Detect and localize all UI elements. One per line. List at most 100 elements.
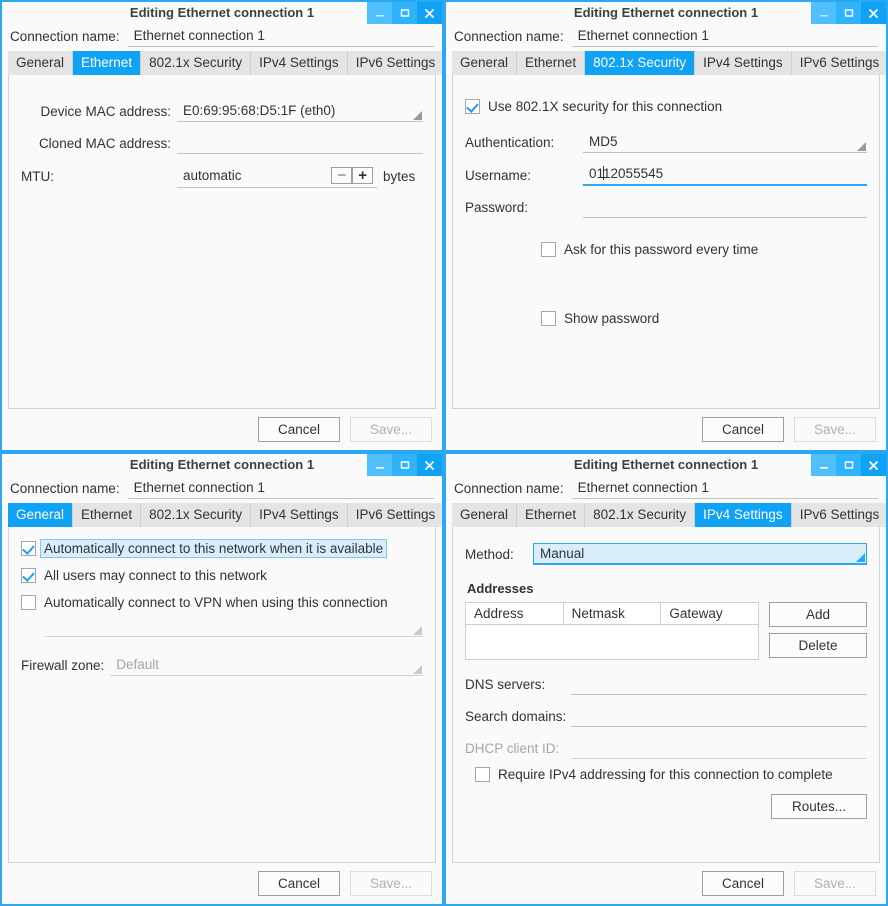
close-icon[interactable] (861, 454, 886, 476)
maximize-icon[interactable] (392, 454, 417, 476)
tab-ipv4-settings[interactable]: IPv4 Settings (695, 503, 792, 527)
addresses-table[interactable]: Address Netmask Gateway (465, 602, 759, 660)
authentication-row: Authentication: MD5 (465, 132, 867, 153)
tab-8021x-security[interactable]: 802.1x Security (585, 51, 696, 75)
tab-ipv6-settings[interactable]: IPv6 Settings (791, 503, 886, 527)
tab-strip[interactable]: General Ethernet 802.1x Security IPv4 Se… (8, 51, 442, 75)
window-8021x-security[interactable]: Editing Ethernet connection 1 Connection… (444, 0, 888, 452)
all-users-row[interactable]: All users may connect to this network (21, 568, 423, 583)
mtu-spinner[interactable]: automatic − + (177, 165, 377, 188)
cancel-button[interactable]: Cancel (258, 871, 340, 896)
tab-8021x-security[interactable]: 802.1x Security (585, 503, 696, 527)
tab-8021x-security[interactable]: 802.1x Security (141, 503, 252, 527)
all-users-checkbox[interactable] (21, 568, 36, 583)
window-controls[interactable] (811, 454, 886, 476)
show-password-checkbox[interactable] (541, 311, 556, 326)
tab-general[interactable]: General (8, 51, 74, 75)
window-controls[interactable] (367, 454, 442, 476)
tab-ipv4-settings[interactable]: IPv4 Settings (251, 503, 348, 527)
cancel-button[interactable]: Cancel (702, 417, 784, 442)
routes-button[interactable]: Routes... (771, 794, 867, 819)
auto-connect-checkbox[interactable] (21, 541, 36, 556)
cancel-button[interactable]: Cancel (258, 417, 340, 442)
connection-name-input[interactable]: Ethernet connection 1 (571, 478, 878, 499)
close-icon[interactable] (417, 454, 442, 476)
mtu-decrement-button[interactable]: − (331, 167, 353, 184)
connection-name-input[interactable]: Ethernet connection 1 (127, 478, 434, 499)
vpn-combo[interactable] (45, 616, 423, 637)
add-address-button[interactable]: Add (769, 602, 867, 627)
auto-vpn-checkbox[interactable] (21, 595, 36, 610)
tab-ethernet[interactable]: Ethernet (517, 51, 586, 75)
tab-general[interactable]: General (452, 51, 518, 75)
tab-strip[interactable]: General Ethernet 802.1x Security IPv4 Se… (452, 503, 886, 527)
connection-name-input[interactable]: Ethernet connection 1 (571, 26, 878, 47)
tab-general[interactable]: General (452, 503, 518, 527)
maximize-icon[interactable] (836, 2, 861, 24)
close-icon[interactable] (861, 2, 886, 24)
require-ipv4-row[interactable]: Require IPv4 addressing for this connect… (475, 767, 867, 782)
username-input[interactable]: 0112055545 (583, 164, 867, 186)
auto-vpn-row[interactable]: Automatically connect to VPN when using … (21, 595, 423, 610)
cancel-button[interactable]: Cancel (702, 871, 784, 896)
window-controls[interactable] (811, 2, 886, 24)
authentication-combo[interactable]: MD5 (583, 132, 867, 153)
connection-name-input[interactable]: Ethernet connection 1 (127, 26, 434, 47)
mtu-increment-button[interactable]: + (352, 167, 373, 184)
tab-general[interactable]: General (8, 503, 74, 527)
titlebar[interactable]: Editing Ethernet connection 1 (2, 454, 442, 476)
tab-ipv6-settings[interactable]: IPv6 Settings (347, 503, 442, 527)
cloned-mac-input[interactable] (177, 133, 423, 154)
device-mac-combo[interactable]: E0:69:95:68:D5:1F (eth0) (177, 101, 423, 122)
tab-strip[interactable]: General Ethernet 802.1x Security IPv4 Se… (8, 503, 442, 527)
column-header-address[interactable]: Address (466, 603, 564, 625)
save-button[interactable]: Save... (794, 871, 876, 896)
save-button[interactable]: Save... (350, 417, 432, 442)
minimize-icon[interactable] (811, 2, 836, 24)
tab-ethernet[interactable]: Ethernet (73, 51, 142, 75)
chevron-down-icon (856, 553, 865, 562)
tab-ethernet[interactable]: Ethernet (517, 503, 586, 527)
save-button[interactable]: Save... (350, 871, 432, 896)
use-8021x-row[interactable]: Use 802.1X security for this connection (465, 99, 867, 114)
delete-address-button[interactable]: Delete (769, 633, 867, 658)
maximize-icon[interactable] (392, 2, 417, 24)
tab-ipv4-settings[interactable]: IPv4 Settings (251, 51, 348, 75)
require-ipv4-label: Require IPv4 addressing for this connect… (498, 767, 833, 782)
maximize-icon[interactable] (836, 454, 861, 476)
addresses-table-body[interactable] (466, 625, 758, 659)
minimize-icon[interactable] (367, 2, 392, 24)
tab-strip[interactable]: General Ethernet 802.1x Security IPv4 Se… (452, 51, 886, 75)
column-header-netmask[interactable]: Netmask (563, 603, 662, 625)
window-ethernet-settings[interactable]: Editing Ethernet connection 1 Connection… (0, 0, 444, 452)
minimize-icon[interactable] (811, 454, 836, 476)
column-header-gateway[interactable]: Gateway (661, 603, 759, 625)
tab-ethernet[interactable]: Ethernet (73, 503, 142, 527)
dns-servers-input[interactable] (571, 674, 867, 695)
tab-ipv4-settings[interactable]: IPv4 Settings (695, 51, 792, 75)
save-button[interactable]: Save... (794, 417, 876, 442)
titlebar[interactable]: Editing Ethernet connection 1 (446, 454, 886, 476)
window-ipv4-settings[interactable]: Editing Ethernet connection 1 Connection… (444, 452, 888, 906)
titlebar[interactable]: Editing Ethernet connection 1 (2, 2, 442, 24)
search-domains-input[interactable] (571, 706, 867, 727)
close-icon[interactable] (417, 2, 442, 24)
tab-ipv6-settings[interactable]: IPv6 Settings (791, 51, 886, 75)
window-controls[interactable] (367, 2, 442, 24)
window-general-settings[interactable]: Editing Ethernet connection 1 Connection… (0, 452, 444, 906)
tab-ipv6-settings[interactable]: IPv6 Settings (347, 51, 442, 75)
dhcp-client-id-input[interactable] (571, 738, 867, 759)
firewall-zone-combo[interactable]: Default (110, 655, 423, 676)
use-8021x-checkbox[interactable] (465, 99, 480, 114)
auto-connect-row[interactable]: Automatically connect to this network wh… (21, 539, 423, 558)
tab-8021x-security[interactable]: 802.1x Security (141, 51, 252, 75)
require-ipv4-checkbox[interactable] (475, 767, 490, 782)
authentication-label: Authentication: (465, 135, 555, 150)
titlebar[interactable]: Editing Ethernet connection 1 (446, 2, 886, 24)
minimize-icon[interactable] (367, 454, 392, 476)
method-combo[interactable]: Manual (533, 543, 867, 565)
password-input[interactable] (583, 197, 867, 218)
ask-password-row[interactable]: Ask for this password every time (541, 242, 867, 257)
ask-password-checkbox[interactable] (541, 242, 556, 257)
show-password-row[interactable]: Show password (541, 311, 867, 326)
